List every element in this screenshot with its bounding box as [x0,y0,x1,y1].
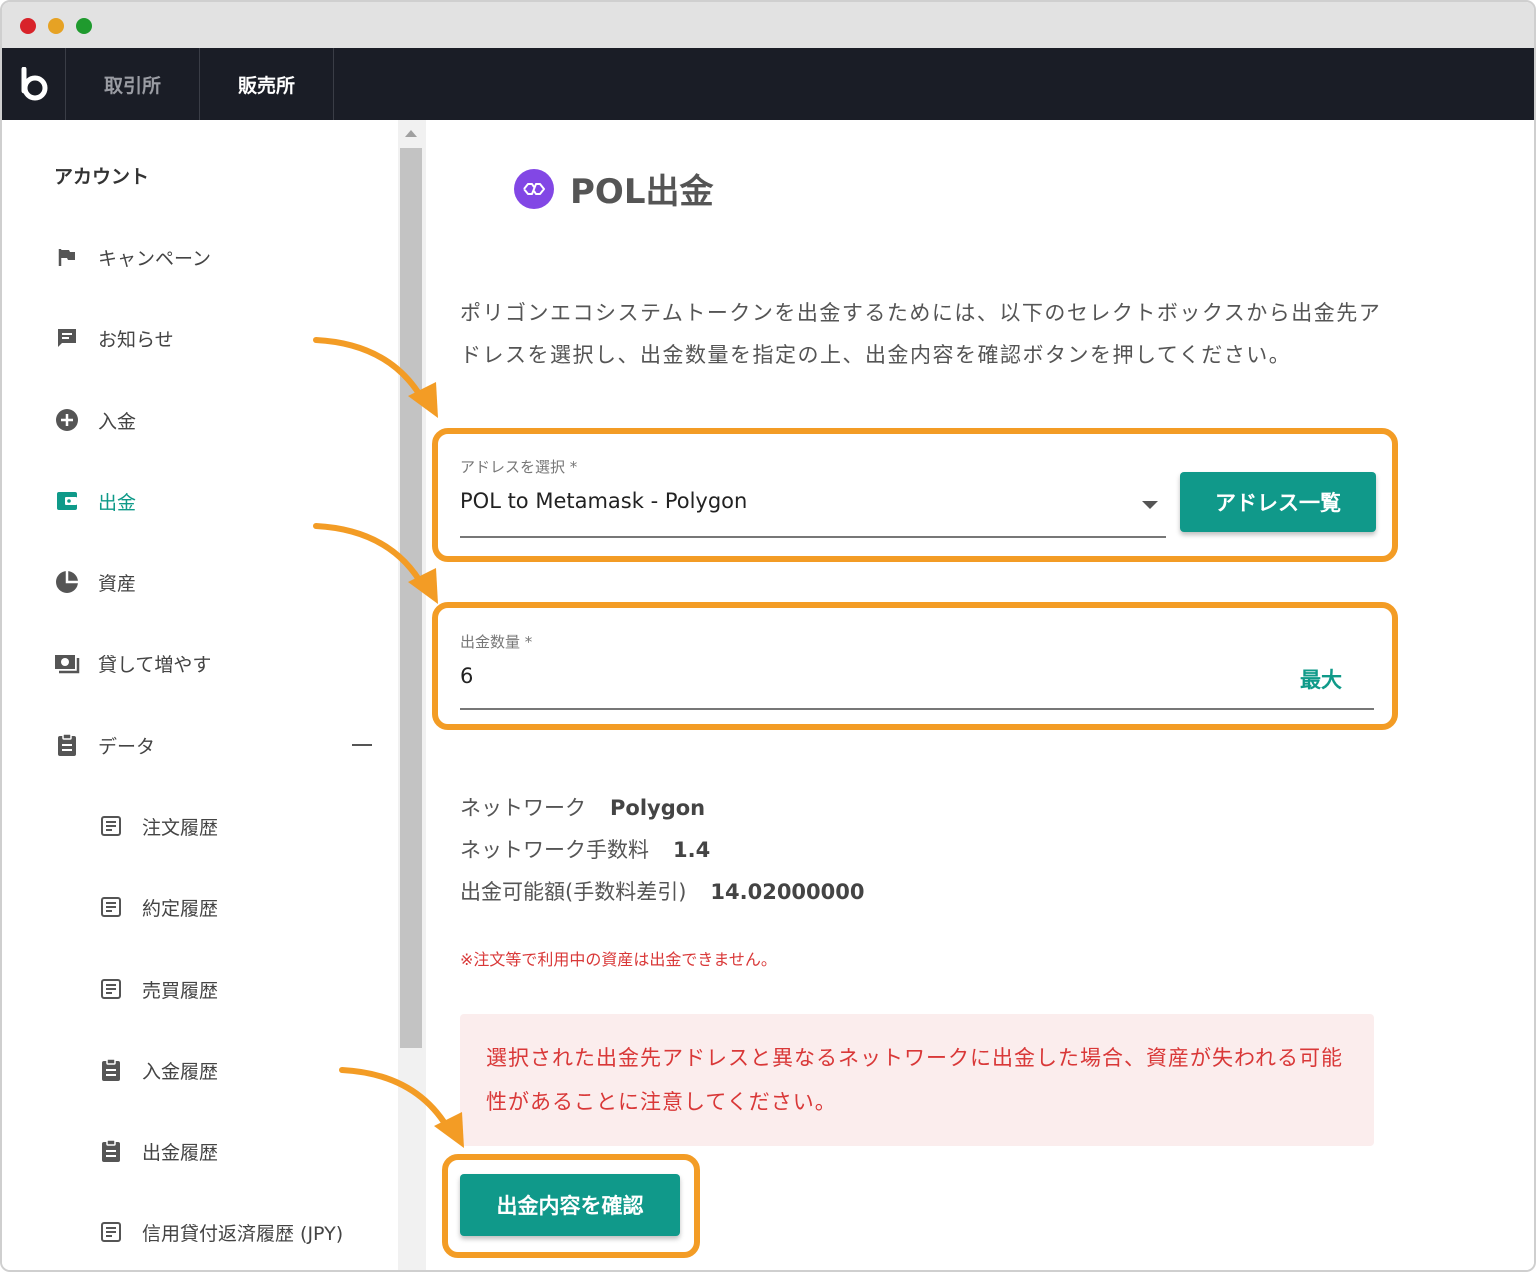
amount-highlight-frame [432,602,1398,730]
available-amount-value: 14.02000000 [710,880,865,904]
clipboard-icon [54,732,80,758]
amount-field-underline [460,708,1374,710]
polygon-logo-icon [514,168,554,209]
page-title-text: POL出金 [570,172,714,212]
sidebar-item-label: 注文履歴 [142,816,219,839]
usage-note: ※注文等で利用中の資産は出金できません。 [460,950,777,969]
sidebar-item-label: お知らせ [98,328,174,351]
maximize-window-button[interactable] [76,18,92,34]
sidebar-item-label: 資産 [98,572,137,595]
sidebar-item-label: 出金履歴 [142,1141,219,1164]
main-content: POL出金 ポリゴンエコシステムトークンを出金するためには、以下のセレクトボック… [426,120,1534,1270]
top-navbar: 取引所 販売所 [2,48,1534,120]
sidebar-item-label: データ [98,735,156,758]
tab-exchange[interactable]: 取引所 [66,48,200,120]
document-icon [98,1219,124,1245]
sidebar-subitem-execution-history[interactable]: 約定履歴 [98,892,218,922]
sidebar-item-label: 売買履歴 [142,979,219,1002]
sidebar-item-campaign[interactable]: キャンペーン [54,242,211,272]
intro-text: ポリゴンエコシステムトークンを出金するためには、以下のセレクトボックスから出金先… [460,301,1382,367]
network-fee-value: 1.4 [673,838,711,862]
sidebar-subitem-deposit-history[interactable]: 入金履歴 [98,1055,218,1085]
clipboard-icon [98,1057,124,1083]
sidebar-heading: アカウント [54,166,150,188]
close-window-button[interactable] [20,18,36,34]
network-warning-box: 選択された出金先アドレスと異なるネットワークに出金した場合、資産が失われる可能性… [460,1014,1374,1146]
wallet-icon [54,488,80,514]
address-list-button[interactable]: アドレス一覧 [1180,472,1376,532]
available-amount-label: 出金可能額(手数料差引) [460,880,687,904]
clipboard-icon [98,1138,124,1164]
network-warning-text: 選択された出金先アドレスと異なるネットワークに出金した場合、資産が失われる可能性… [486,1046,1343,1114]
bitbank-logo-icon[interactable] [2,48,66,120]
flag-icon [54,244,80,270]
scrollbar-thumb[interactable] [400,148,422,1048]
sidebar-item-deposit[interactable]: 入金 [54,405,136,435]
message-icon [54,325,80,351]
sidebar-item-assets[interactable]: 資産 [54,567,136,597]
pie-chart-icon [54,569,80,595]
amount-field-label: 出金数量 * [460,633,533,651]
sidebar-item-label: キャンペーン [98,247,212,270]
network-fee-label: ネットワーク手数料 [460,838,649,862]
sidebar-item-withdraw[interactable]: 出金 [54,486,136,516]
sidebar-item-label: 入金履歴 [142,1060,219,1083]
max-amount-link[interactable]: 最大 [1300,664,1342,694]
sidebar-subitem-order-history[interactable]: 注文履歴 [98,811,218,841]
sidebar-scrollbar[interactable] [398,120,426,1270]
sidebar-item-lending[interactable]: 貸して増やす [54,648,211,678]
sidebar-item-label: 約定履歴 [142,897,219,920]
sidebar-subitem-trade-history[interactable]: 売買履歴 [98,974,218,1004]
address-select[interactable]: POL to Metamask - Polygon [460,489,747,513]
address-field-label: アドレスを選択 * [460,458,578,476]
available-amount-row: 出金可能額(手数料差引) 14.02000000 [460,876,865,906]
plus-circle-icon [54,407,80,433]
collapse-minus-icon[interactable] [352,744,372,746]
address-field-underline [460,536,1166,538]
sidebar-item-data[interactable]: データ [54,730,155,760]
scroll-up-arrow-icon[interactable] [405,130,417,137]
document-icon [98,813,124,839]
document-icon [98,976,124,1002]
sidebar-item-news[interactable]: お知らせ [54,323,174,353]
chevron-down-icon[interactable] [1142,501,1158,509]
sidebar-subitem-margin-loan-history[interactable]: 信用貸付返済履歴 (JPY) [98,1217,343,1247]
network-value: Polygon [610,796,706,820]
minimize-window-button[interactable] [48,18,64,34]
confirm-withdrawal-button[interactable]: 出金内容を確認 [460,1174,680,1236]
sidebar-item-label: 貸して増やす [98,653,212,676]
page-title: POL出金 [514,164,714,213]
amount-input[interactable]: 6 [460,664,473,688]
money-icon [54,650,80,676]
network-fee-row: ネットワーク手数料 1.4 [460,834,710,864]
title-bar [2,2,1534,48]
sidebar-subitem-withdraw-history[interactable]: 出金履歴 [98,1136,218,1166]
sidebar [2,120,398,1270]
document-icon [98,894,124,920]
network-row: ネットワーク Polygon [460,792,705,822]
network-label: ネットワーク [460,796,586,820]
sidebar-item-label: 出金 [98,491,137,514]
sidebar-item-label: 入金 [98,410,137,433]
sidebar-item-label: 信用貸付返済履歴 (JPY) [142,1222,344,1245]
tab-sales[interactable]: 販売所 [200,48,334,120]
browser-window: 取引所 販売所 アカウント キャンペーン お知らせ 入金 出金 資産 貸して増や… [0,0,1536,1272]
